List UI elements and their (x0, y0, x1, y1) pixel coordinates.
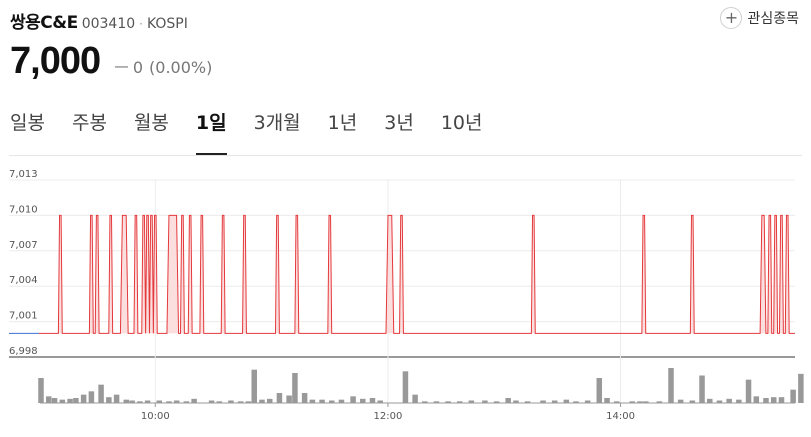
market-name: KOSPI (146, 16, 188, 32)
volume-bar (251, 369, 257, 403)
stock-header: 쌍용C&E 003410 · KOSPI (10, 8, 188, 33)
volume-bar (402, 371, 409, 403)
y-tick-label: 6,998 (9, 346, 38, 357)
y-tick-label: 7,004 (9, 275, 38, 286)
volume-bar (505, 398, 511, 403)
volume-bar (770, 397, 777, 403)
tab-10year[interactable]: 10년 (441, 108, 483, 135)
volume-bar (46, 396, 52, 403)
volume-bar (191, 398, 197, 403)
x-tick-label: 14:00 (606, 411, 635, 422)
change-mark: ㅡ (114, 58, 129, 77)
volume-bar (369, 398, 376, 403)
add-watchlist-button[interactable]: + 관심종목 (720, 7, 799, 29)
volume-bar (745, 379, 752, 403)
y-tick-label: 7,007 (9, 240, 38, 251)
price-row: 7,000 ㅡ 0 (0.00%) (10, 40, 212, 83)
tab-3month[interactable]: 3개월 (254, 108, 301, 135)
watchlist-label: 관심종목 (747, 11, 799, 27)
price-change-percent: (0.00%) (149, 58, 213, 77)
volume-bar (707, 398, 713, 403)
volume-bar (113, 394, 120, 403)
volume-bar (350, 396, 356, 403)
volume-bars (38, 368, 804, 403)
volume-bar (51, 398, 58, 403)
volume-bar (596, 378, 603, 403)
volume-bar (38, 378, 44, 403)
volume-bar (73, 398, 79, 403)
tab-1day[interactable]: 1일 (195, 108, 227, 155)
volume-bar (412, 394, 418, 403)
volume-bar (276, 393, 283, 403)
volume-bar (301, 393, 308, 403)
volume-bar (668, 368, 674, 403)
tab-daily[interactable]: 일봉 (10, 108, 45, 135)
volume-bar (798, 373, 804, 403)
tab-divider (9, 155, 802, 156)
volume-bar (292, 373, 298, 403)
y-axis: 7,013 7,010 7,007 7,004 7,001 6,998 (9, 170, 38, 357)
volume-bar (604, 398, 610, 403)
volume-bar (778, 397, 785, 403)
volume-bar (763, 398, 769, 403)
plus-icon: + (720, 7, 743, 29)
volume-bar (88, 391, 95, 403)
tab-monthly[interactable]: 월봉 (134, 108, 169, 135)
x-axis: 10:00 12:00 14:00 (40, 402, 795, 422)
y-tick-label: 7,010 (9, 204, 38, 215)
price-area (9, 214, 795, 334)
volume-bar (360, 398, 366, 403)
stock-code: 003410 (81, 16, 136, 32)
y-tick-label: 7,013 (9, 170, 38, 180)
tab-1year[interactable]: 1년 (328, 108, 358, 135)
tab-3year[interactable]: 3년 (384, 108, 414, 135)
volume-bar (753, 396, 760, 403)
volume-bar (266, 398, 273, 403)
period-tabs: 일봉 주봉 월봉 1일 3개월 1년 3년 10년 (10, 108, 510, 155)
volume-bar (790, 389, 796, 403)
tab-weekly[interactable]: 주봉 (72, 108, 107, 135)
volume-bar (726, 398, 732, 403)
volume-bar (106, 397, 112, 403)
x-tick-label: 10:00 (141, 411, 170, 422)
volume-bar (286, 395, 292, 403)
volume-bar (80, 394, 87, 403)
volume-bar (699, 375, 705, 403)
current-price: 7,000 (10, 40, 101, 82)
volume-bar (67, 398, 73, 403)
separator-dot: · (139, 17, 143, 31)
volume-bar (98, 384, 104, 403)
price-change: 0 (132, 58, 144, 77)
y-tick-label: 7,001 (9, 311, 38, 322)
x-tick-label: 12:00 (374, 411, 403, 422)
stock-name: 쌍용C&E (10, 13, 78, 33)
intraday-chart[interactable]: 7,013 7,010 7,007 7,004 7,001 6,998 10:00 12:0… (0, 170, 811, 437)
